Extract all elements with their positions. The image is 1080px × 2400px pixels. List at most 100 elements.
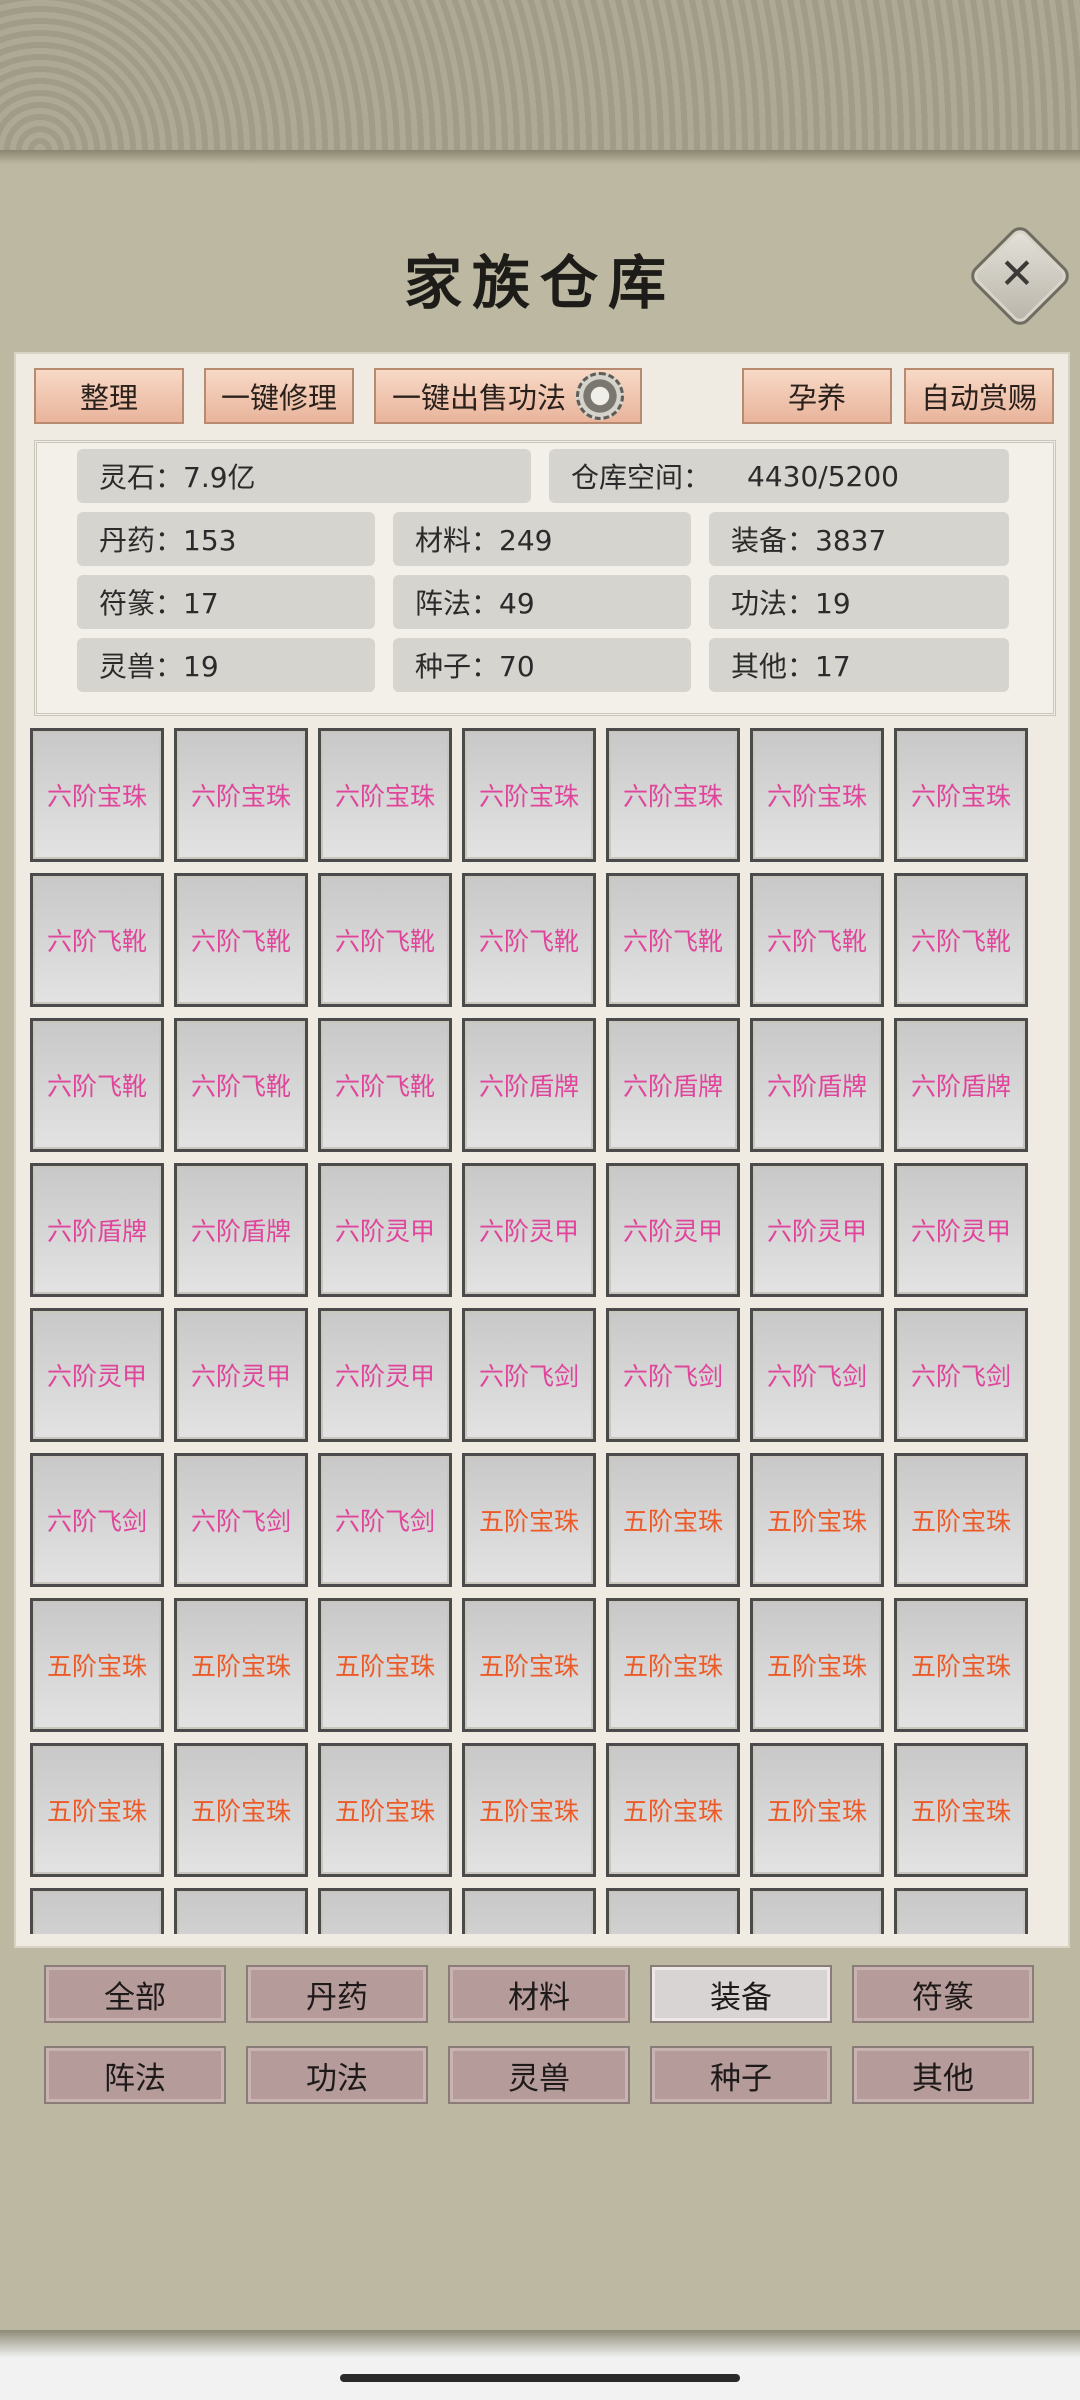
stat-talismans: 符篆：17 — [77, 575, 375, 629]
item-cell[interactable]: 六阶飞剑 — [318, 1453, 452, 1587]
item-cell[interactable]: 六阶飞靴 — [318, 873, 452, 1007]
category-tab[interactable]: 其他 — [852, 2046, 1034, 2104]
item-cell[interactable]: 六阶飞靴 — [174, 873, 308, 1007]
item-cell[interactable]: 六阶宝珠 — [318, 728, 452, 862]
stat-storage: 仓库空间： 4430/5200 — [549, 449, 1009, 503]
item-cell[interactable]: 六阶飞剑 — [750, 1308, 884, 1442]
category-tab[interactable]: 全部 — [44, 1965, 226, 2023]
item-cell[interactable]: 六阶盾牌 — [894, 1018, 1028, 1152]
item-cell[interactable]: 五阶宝珠 — [750, 1743, 884, 1877]
auto-reward-button[interactable]: 自动赏赐 — [904, 368, 1054, 424]
category-tab[interactable]: 功法 — [246, 2046, 428, 2104]
item-cell[interactable]: 六阶灵甲 — [174, 1308, 308, 1442]
stat-formations: 阵法：49 — [393, 575, 691, 629]
item-cell[interactable]: 六阶灵甲 — [30, 1308, 164, 1442]
item-cell[interactable] — [894, 1888, 1028, 1934]
item-cell[interactable]: 六阶盾牌 — [750, 1018, 884, 1152]
item-cell[interactable]: 六阶飞靴 — [606, 873, 740, 1007]
item-cell[interactable]: 六阶飞靴 — [750, 873, 884, 1007]
item-cell[interactable]: 五阶宝珠 — [30, 1598, 164, 1732]
item-cell[interactable] — [606, 1888, 740, 1934]
item-grid[interactable]: 六阶宝珠 六阶宝珠 六阶宝珠 六阶宝珠 六阶宝珠 六阶宝珠 六阶宝珠 六阶飞靴 六阶飞靴 六阶飞靴… — [30, 728, 1054, 1934]
item-cell[interactable]: 五阶宝珠 — [174, 1743, 308, 1877]
item-cell[interactable]: 五阶宝珠 — [894, 1743, 1028, 1877]
stat-equipment: 装备：3837 — [709, 512, 1009, 566]
category-tab[interactable]: 装备 — [650, 1965, 832, 2023]
item-cell[interactable]: 六阶飞剑 — [462, 1308, 596, 1442]
category-tab[interactable]: 符篆 — [852, 1965, 1034, 2023]
item-cell[interactable]: 五阶宝珠 — [318, 1598, 452, 1732]
item-cell[interactable]: 六阶灵甲 — [318, 1308, 452, 1442]
home-indicator[interactable] — [340, 2374, 740, 2382]
stat-others: 其他：17 — [709, 638, 1009, 692]
item-cell[interactable]: 六阶灵甲 — [894, 1163, 1028, 1297]
header-decoration — [0, 0, 1080, 164]
stat-pills: 丹药：153 — [77, 512, 375, 566]
arrange-button[interactable]: 整理 — [34, 368, 184, 424]
stat-skills: 功法：19 — [709, 575, 1009, 629]
item-cell[interactable]: 六阶飞靴 — [318, 1018, 452, 1152]
item-cell[interactable]: 五阶宝珠 — [750, 1598, 884, 1732]
item-cell[interactable]: 六阶飞剑 — [174, 1453, 308, 1587]
nurture-button[interactable]: 孕养 — [742, 368, 892, 424]
item-cell[interactable] — [30, 1888, 164, 1934]
item-cell[interactable]: 六阶飞剑 — [606, 1308, 740, 1442]
item-cell[interactable]: 六阶飞剑 — [894, 1308, 1028, 1442]
item-cell[interactable] — [462, 1888, 596, 1934]
item-cell[interactable]: 六阶盾牌 — [606, 1018, 740, 1152]
item-cell[interactable]: 六阶盾牌 — [174, 1163, 308, 1297]
category-tab[interactable]: 阵法 — [44, 2046, 226, 2104]
item-cell[interactable]: 六阶灵甲 — [462, 1163, 596, 1297]
item-cell[interactable]: 五阶宝珠 — [318, 1743, 452, 1877]
item-cell[interactable]: 六阶飞靴 — [174, 1018, 308, 1152]
category-tab[interactable]: 种子 — [650, 2046, 832, 2104]
storage-value: 4430/5200 — [747, 459, 899, 493]
item-cell[interactable]: 六阶飞靴 — [30, 873, 164, 1007]
item-cell[interactable]: 六阶盾牌 — [30, 1163, 164, 1297]
item-cell[interactable]: 五阶宝珠 — [606, 1743, 740, 1877]
item-cell[interactable]: 五阶宝珠 — [606, 1453, 740, 1587]
category-tab[interactable]: 灵兽 — [448, 2046, 630, 2104]
gear-icon[interactable] — [576, 372, 624, 420]
item-cell[interactable] — [174, 1888, 308, 1934]
item-cell[interactable]: 六阶飞靴 — [30, 1018, 164, 1152]
page-title: 家族仓库 — [403, 249, 676, 317]
storage-label: 仓库空间： — [571, 461, 712, 494]
item-cell[interactable]: 六阶宝珠 — [894, 728, 1028, 862]
item-cell[interactable]: 五阶宝珠 — [894, 1598, 1028, 1732]
category-tab[interactable]: 丹药 — [246, 1965, 428, 2023]
stats-box: 灵石：7.9亿 仓库空间： 4430/5200 丹药：153 材料：249 装备… — [34, 440, 1056, 716]
item-cell[interactable] — [318, 1888, 452, 1934]
item-cell[interactable]: 五阶宝珠 — [462, 1453, 596, 1587]
sell-skills-label: 一键出售功法 — [391, 381, 566, 415]
repair-all-button[interactable]: 一键修理 — [204, 368, 354, 424]
item-cell[interactable]: 六阶宝珠 — [606, 728, 740, 862]
item-cell[interactable]: 六阶灵甲 — [750, 1163, 884, 1297]
item-cell[interactable]: 六阶宝珠 — [174, 728, 308, 862]
close-icon[interactable]: ✕ — [982, 238, 1052, 308]
item-cell[interactable]: 五阶宝珠 — [462, 1598, 596, 1732]
item-cell[interactable]: 六阶宝珠 — [30, 728, 164, 862]
item-cell[interactable]: 六阶飞靴 — [894, 873, 1028, 1007]
item-cell[interactable]: 六阶宝珠 — [750, 728, 884, 862]
item-cell[interactable]: 六阶宝珠 — [462, 728, 596, 862]
item-cell[interactable]: 六阶灵甲 — [606, 1163, 740, 1297]
item-cell[interactable]: 五阶宝珠 — [174, 1598, 308, 1732]
stat-beasts: 灵兽：19 — [77, 638, 375, 692]
item-cell[interactable]: 五阶宝珠 — [462, 1743, 596, 1877]
item-cell[interactable]: 六阶盾牌 — [462, 1018, 596, 1152]
item-cell[interactable]: 五阶宝珠 — [30, 1743, 164, 1877]
item-cell[interactable]: 五阶宝珠 — [750, 1453, 884, 1587]
item-cell[interactable]: 六阶飞剑 — [30, 1453, 164, 1587]
item-cell[interactable]: 六阶灵甲 — [318, 1163, 452, 1297]
stat-materials: 材料：249 — [393, 512, 691, 566]
category-tab[interactable]: 材料 — [448, 1965, 630, 2023]
item-cell[interactable]: 五阶宝珠 — [894, 1453, 1028, 1587]
item-cell[interactable] — [750, 1888, 884, 1934]
stat-seeds: 种子：70 — [393, 638, 691, 692]
stat-spirit-stone: 灵石：7.9亿 — [77, 449, 531, 503]
sell-skills-button[interactable]: 一键出售功法 — [374, 368, 642, 424]
item-cell[interactable]: 六阶飞靴 — [462, 873, 596, 1007]
bottom-decoration — [0, 2330, 1080, 2400]
item-cell[interactable]: 五阶宝珠 — [606, 1598, 740, 1732]
